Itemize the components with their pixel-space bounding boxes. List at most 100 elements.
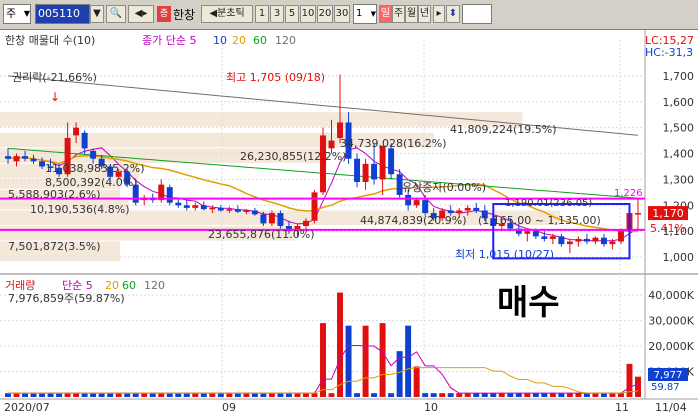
x-axis-label: 10: [424, 401, 438, 414]
candle-body: [592, 237, 599, 242]
price-tick-label: 1,600: [663, 96, 695, 109]
rights-annotation: 권리락(-21,66%): [12, 71, 97, 84]
code-dropdown-button[interactable]: ▼: [90, 5, 104, 23]
period-3[interactable]: 3: [270, 5, 284, 23]
period-5[interactable]: 5: [285, 5, 299, 23]
profile-label-4: 11,038,983(5.2%): [45, 162, 145, 175]
minute-tick-button[interactable]: ◀분초틱: [201, 5, 253, 23]
volume-bar: [200, 393, 207, 397]
volume-tag-text: 7,977: [654, 370, 683, 381]
arrow-left-icon: ◀: [209, 8, 218, 19]
candle-body: [575, 238, 582, 242]
period-10[interactable]: 10: [300, 5, 316, 23]
candle-body: [379, 145, 386, 180]
candle-body: [251, 210, 258, 215]
volume-bar: [379, 323, 386, 397]
range-annotation: (1,165.00 ~ 1,135.00): [478, 214, 601, 227]
volume-bar: [158, 393, 165, 397]
capital-annotation: 유상증자(0.00%): [402, 181, 486, 194]
candle-body: [371, 163, 378, 180]
volume-bar: [209, 393, 216, 397]
volume-bar: [30, 393, 37, 397]
volume-bar: [609, 393, 616, 397]
volume-pct-text: 59.87: [651, 382, 680, 393]
hc-label: HC:-31,3: [645, 46, 693, 59]
volume-bar: [422, 393, 429, 397]
market-select[interactable]: 주 ▼: [3, 4, 31, 24]
period-1[interactable]: 1: [255, 5, 269, 23]
volume-bar: [405, 325, 412, 397]
volume-bar: [234, 393, 241, 397]
volume-bar: [260, 393, 267, 397]
profile-label-6: 5,588,903(2.6%): [8, 188, 101, 201]
volume-bar: [524, 393, 531, 397]
x-axis-label: 09: [222, 401, 236, 414]
period-1-label: 1: [258, 8, 266, 19]
candle-body: [473, 207, 480, 211]
chart-svg[interactable]: 1,7001,6001,5001,4001,3001,2001,1001,000…: [0, 30, 698, 417]
candle-body: [609, 241, 616, 245]
updown-button[interactable]: ⬍: [446, 5, 460, 23]
search-button[interactable]: 🔍: [106, 5, 126, 23]
candle-body: [337, 122, 344, 138]
candle-body: [405, 194, 412, 206]
week-label: 주: [393, 8, 404, 19]
volume-bar: [166, 393, 173, 397]
next-button[interactable]: ▸: [433, 5, 445, 23]
candle-body: [362, 163, 369, 182]
period-20[interactable]: 20: [317, 5, 333, 23]
year-button[interactable]: 년: [418, 5, 431, 23]
volume-legend-ma5: 단순 5: [62, 279, 93, 292]
volume-bar: [371, 393, 378, 397]
day-button[interactable]: 일: [379, 5, 392, 23]
stock-icon: 증: [157, 6, 171, 22]
profile-label-3: 26,230,855(12.2%): [240, 150, 347, 163]
period-30[interactable]: 30: [334, 5, 350, 23]
volume-bar: [294, 393, 301, 397]
candle-body: [166, 187, 173, 203]
volume-bar: [600, 393, 607, 397]
period-10-label: 10: [301, 8, 315, 19]
profile-label-1: 41,809,224(19.5%): [450, 123, 557, 136]
market-select-value: 주: [6, 7, 17, 20]
sound-button[interactable]: ◀▸: [128, 5, 154, 23]
extra-input[interactable]: [462, 4, 492, 24]
week-button[interactable]: 주: [392, 5, 405, 23]
day-label: 일: [380, 8, 391, 19]
volume-legend-name: 거래량: [5, 279, 35, 292]
candle-body: [268, 213, 275, 224]
volume-bar: [320, 323, 326, 397]
candle-body: [464, 207, 471, 211]
volume-bar: [56, 393, 63, 397]
month-button[interactable]: 월: [405, 5, 418, 23]
small-annotation: 1,190.01(236.05): [505, 198, 592, 209]
search-icon: 🔍: [109, 8, 123, 19]
candle-body: [328, 140, 335, 149]
volume-bar: [515, 393, 522, 397]
volume-bar: [73, 393, 80, 397]
volume-bar: [430, 393, 437, 397]
volume-bar: [13, 393, 20, 397]
volume-bar: [413, 366, 420, 397]
volume-bar: [354, 393, 361, 397]
candle-body: [311, 192, 318, 221]
candle-body: [183, 205, 190, 208]
candle-body: [226, 209, 233, 211]
period-input[interactable]: 1 ▼: [353, 4, 377, 24]
candle-body: [22, 156, 29, 159]
candle-body: [192, 205, 199, 208]
volume-bar: [311, 393, 318, 397]
candle-body: [81, 132, 88, 149]
current-price-text: 1,170: [652, 207, 684, 220]
chart-area[interactable]: 1,700 1,600 1,500 1,400 1,300 1,200 1,100 1,000…: [0, 30, 698, 417]
volume-bar: [183, 393, 190, 397]
code-input[interactable]: 005110: [35, 4, 90, 24]
volume-bar: [217, 393, 224, 397]
volume-bar: [226, 393, 233, 397]
arrow-right-icon: ▸: [436, 8, 442, 19]
volume-bar: [507, 393, 514, 397]
period-3-label: 3: [273, 8, 281, 19]
candle-body: [447, 210, 454, 214]
volume-legend-ma120: 120: [144, 279, 165, 292]
volume-current: 7,976,859주(59.87%): [8, 292, 125, 305]
